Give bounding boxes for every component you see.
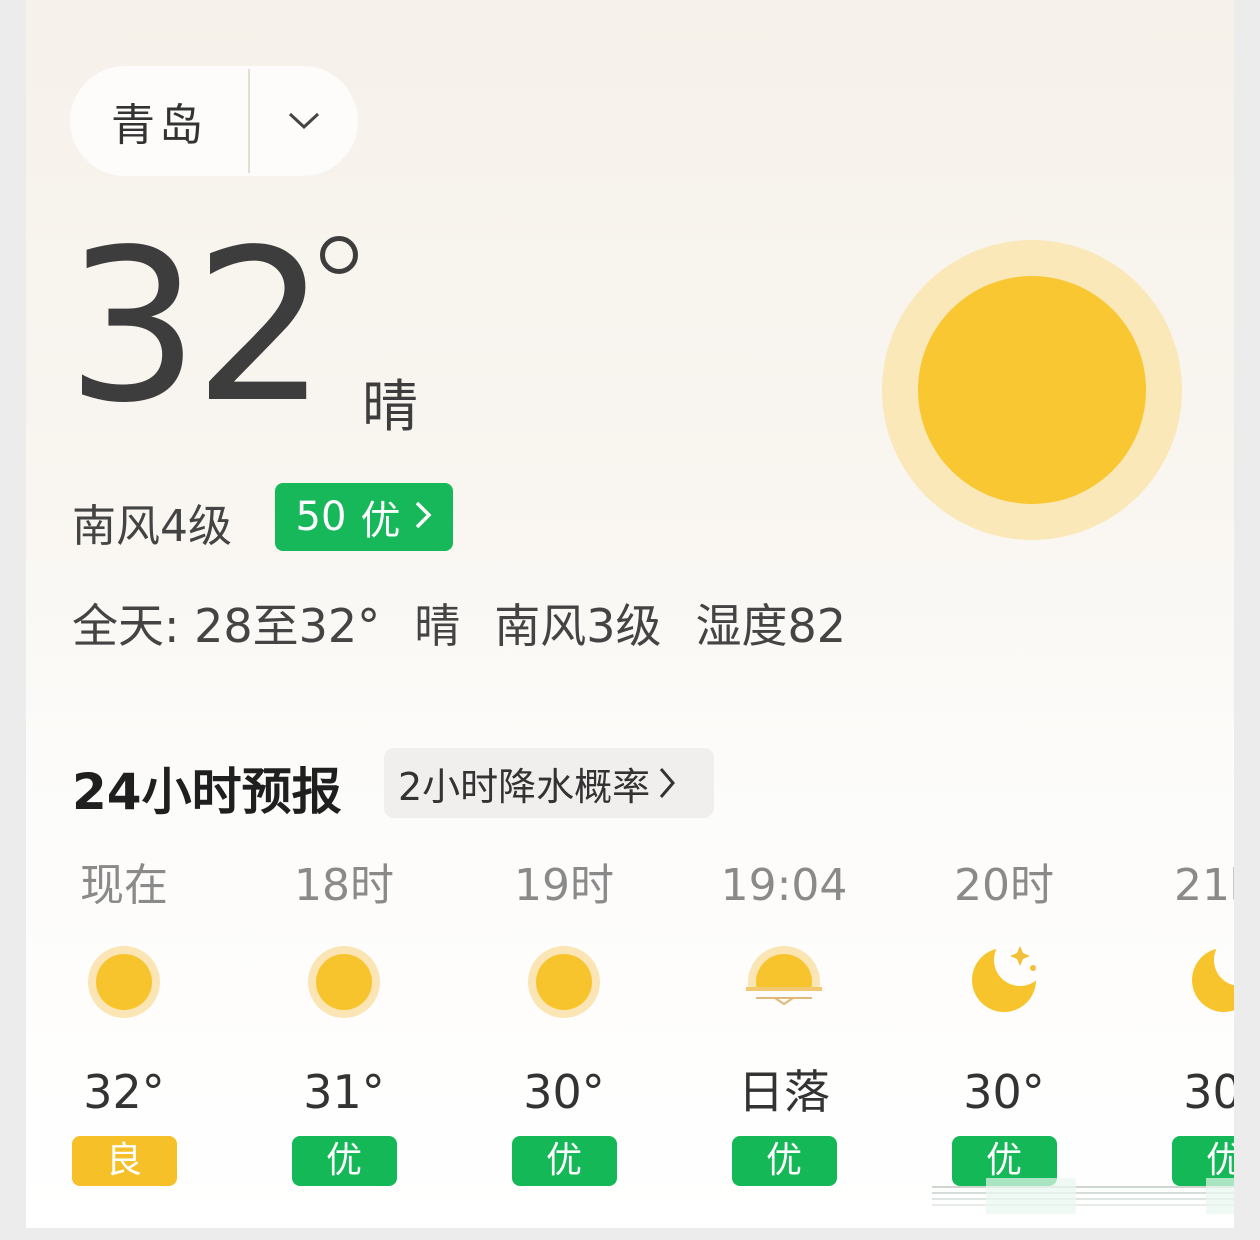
current-wind: 南风4级 bbox=[72, 501, 232, 552]
chevron-down-icon[interactable] bbox=[250, 111, 358, 131]
hour-temp: 日落 bbox=[738, 1065, 830, 1119]
aqi-value: 50 bbox=[295, 494, 347, 540]
hour-item[interactable]: 21时 30° 优 bbox=[1114, 858, 1234, 1186]
chevron-right-icon bbox=[414, 495, 432, 539]
sun-icon bbox=[454, 946, 674, 1056]
sun-icon bbox=[918, 276, 1146, 504]
hour-temp: 31° bbox=[303, 1065, 385, 1119]
sun-icon bbox=[26, 946, 234, 1056]
hour-aqi-badge: 良 bbox=[71, 1136, 177, 1186]
moon-icon bbox=[1114, 946, 1234, 1056]
aqi-level: 优 bbox=[360, 498, 401, 544]
current-condition: 晴 bbox=[362, 375, 418, 440]
hour-temp: 32° bbox=[83, 1065, 165, 1119]
daily-summary: 全天: 28至32° 晴 南风3级 湿度82 bbox=[72, 590, 846, 656]
city-name: 青岛 bbox=[111, 100, 207, 151]
sun-icon bbox=[234, 946, 454, 1056]
daily-condition: 晴 bbox=[414, 599, 461, 653]
rain-chip-label: 2小时降水概率 bbox=[398, 764, 651, 809]
hour-label: 21时 bbox=[1174, 860, 1234, 911]
hour-label: 现在 bbox=[80, 860, 168, 911]
hour-temp: 30° bbox=[963, 1065, 1045, 1119]
hour-label: 18时 bbox=[294, 860, 394, 911]
hour-aqi-badge: 优 bbox=[291, 1136, 397, 1186]
hour-aqi-badge: 优 bbox=[511, 1136, 617, 1186]
rain-probability-button[interactable]: 2小时降水概率 bbox=[384, 748, 714, 818]
daily-temp-range: 全天: 28至32° bbox=[72, 599, 381, 653]
weather-card: 青岛 32 晴 南风4级 50 优 全天: 28至32° 晴 南风3级 湿度82… bbox=[26, 0, 1234, 1228]
sunset-icon bbox=[674, 946, 894, 1056]
hour-item[interactable]: 19:04 日落 优 bbox=[674, 858, 894, 1186]
daily-wind: 南风3级 bbox=[494, 599, 662, 653]
hour-label: 19时 bbox=[514, 860, 614, 911]
forecast-title: 24小时预报 bbox=[72, 763, 342, 821]
hour-item[interactable]: 20时 30° 优 bbox=[894, 858, 1114, 1186]
hour-label: 19:04 bbox=[720, 860, 848, 911]
hour-temp: 30° bbox=[523, 1065, 605, 1119]
chevron-right-icon bbox=[660, 768, 676, 798]
hour-temp: 30° bbox=[1183, 1065, 1234, 1119]
city-selector[interactable]: 青岛 bbox=[70, 66, 358, 176]
degree-symbol bbox=[320, 236, 358, 274]
daily-humidity: 湿度82 bbox=[695, 599, 847, 653]
hour-item[interactable]: 18时 31° 优 bbox=[234, 858, 454, 1186]
moon-icon bbox=[894, 946, 1114, 1056]
hour-label: 20时 bbox=[954, 860, 1054, 911]
scroll-indicator bbox=[932, 1178, 1234, 1214]
hour-item[interactable]: 19时 30° 优 bbox=[454, 858, 674, 1186]
hour-item[interactable]: 现在 32° 良 bbox=[26, 858, 234, 1186]
current-temperature: 32 bbox=[66, 204, 327, 449]
hour-aqi-badge: 优 bbox=[731, 1136, 837, 1186]
aqi-badge[interactable]: 50 优 bbox=[275, 483, 453, 551]
